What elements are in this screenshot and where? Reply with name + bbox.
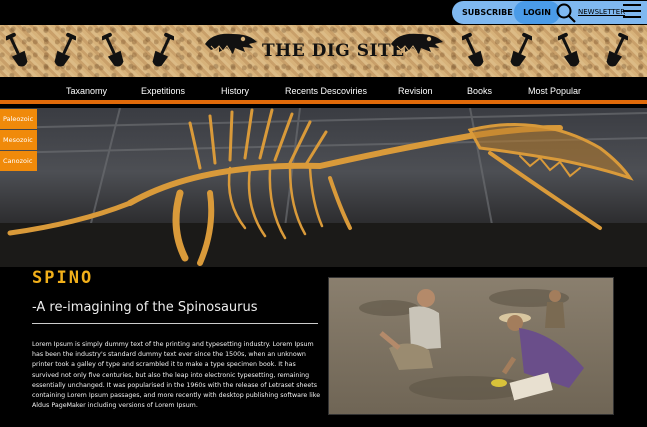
search-icon[interactable] <box>556 3 576 23</box>
article-heading: SPINO <box>32 268 94 288</box>
site-title[interactable]: THE DIG SITE <box>262 41 405 61</box>
nav-item-history[interactable]: History <box>221 86 249 96</box>
shovel-icon <box>54 32 76 67</box>
era-tab-mesozoic[interactable]: Mesozoic <box>0 130 37 150</box>
dino-skull-icon <box>391 33 443 54</box>
main-nav: Taxanomy Expetitions History Recents Des… <box>0 77 647 104</box>
hero-image <box>0 108 647 267</box>
spinosaurus-skeleton-image <box>0 108 647 267</box>
shovel-icon <box>510 32 532 67</box>
era-tab-paleozoic[interactable]: Paleozoic <box>0 109 37 129</box>
shovel-icon <box>152 32 174 67</box>
nav-item-recents-descoviries[interactable]: Recents Descoviries <box>285 86 367 96</box>
era-tab-canozoic[interactable]: Canozoic <box>0 151 37 171</box>
nav-item-expetitions[interactable]: Expetitions <box>141 86 185 96</box>
divider <box>32 323 318 324</box>
nav-item-revision[interactable]: Revision <box>398 86 433 96</box>
dino-skull-icon <box>205 33 257 54</box>
newsletter-link[interactable]: NEWSLETTER <box>578 8 625 16</box>
nav-item-books[interactable]: Books <box>467 86 492 96</box>
era-tabs: Paleozoic Mesozoic Canozoic <box>0 109 37 172</box>
shovel-icon <box>606 32 628 67</box>
subscribe-button[interactable]: SUBSCRIBE <box>456 3 519 22</box>
login-button[interactable]: LOGIN <box>514 1 560 24</box>
shovel-icon <box>6 32 28 67</box>
nav-item-most-popular[interactable]: Most Popular <box>528 86 581 96</box>
menu-icon[interactable] <box>623 4 641 20</box>
article-body: Lorem Ipsum is simply dummy text of the … <box>32 341 321 410</box>
article-subheading: -A re-imagining of the Spinosaurus <box>32 300 258 315</box>
top-bar: SUBSCRIBE LOGIN NEWSLETTER <box>0 0 647 25</box>
nav-item-taxanomy[interactable]: Taxanomy <box>66 86 107 96</box>
shovel-icon <box>558 32 580 67</box>
excavation-photo <box>328 277 614 415</box>
shovel-icon <box>462 32 484 67</box>
shovel-icon <box>102 32 124 67</box>
